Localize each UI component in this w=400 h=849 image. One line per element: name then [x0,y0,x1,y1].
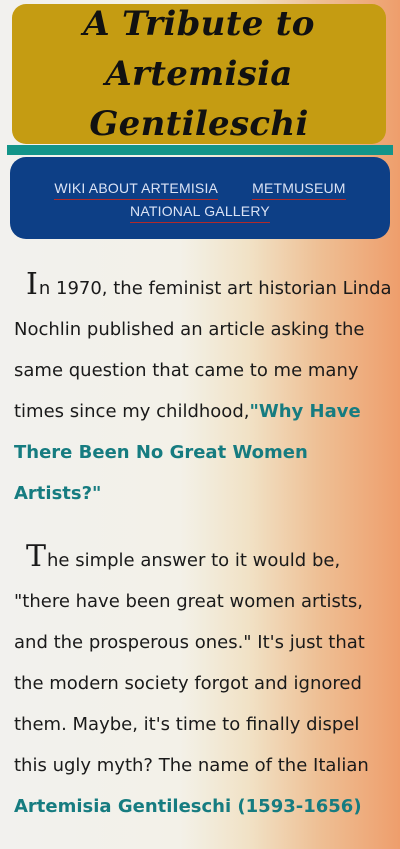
paragraph-1: In 1970, the feminist art historian Lind… [14,264,394,514]
nav-bar: WIKI ABOUT ARTEMISIA METMUSEUM NATIONAL … [10,157,390,239]
page-title-line-2: Gentileschi [89,104,309,144]
dropcap-2: T [26,539,47,574]
nav-link-wiki[interactable]: WIKI ABOUT ARTEMISIA [54,177,219,200]
article-body: In 1970, the feminist art historian Lind… [14,264,394,849]
header-banner: A Tribute to Artemisia Gentileschi [12,4,386,144]
divider-bar [7,145,393,155]
dropcap-1: I [26,267,38,302]
nav-row-2: NATIONAL GALLERY [10,200,390,223]
paragraph-2-text: he simple answer to it would be, "there … [14,550,369,776]
nav-row-1: WIKI ABOUT ARTEMISIA METMUSEUM [10,177,390,200]
page-title: A Tribute to Artemisia Gentileschi [26,0,372,149]
highlight-artist-name: Artemisia Gentileschi (1593-1656) [14,796,362,817]
paragraph-2: The simple answer to it would be, "there… [14,536,394,827]
page-title-line-1: A Tribute to Artemisia [83,4,315,94]
nav-link-metmuseum[interactable]: METMUSEUM [252,177,346,200]
nav-link-national-gallery[interactable]: NATIONAL GALLERY [130,200,270,223]
